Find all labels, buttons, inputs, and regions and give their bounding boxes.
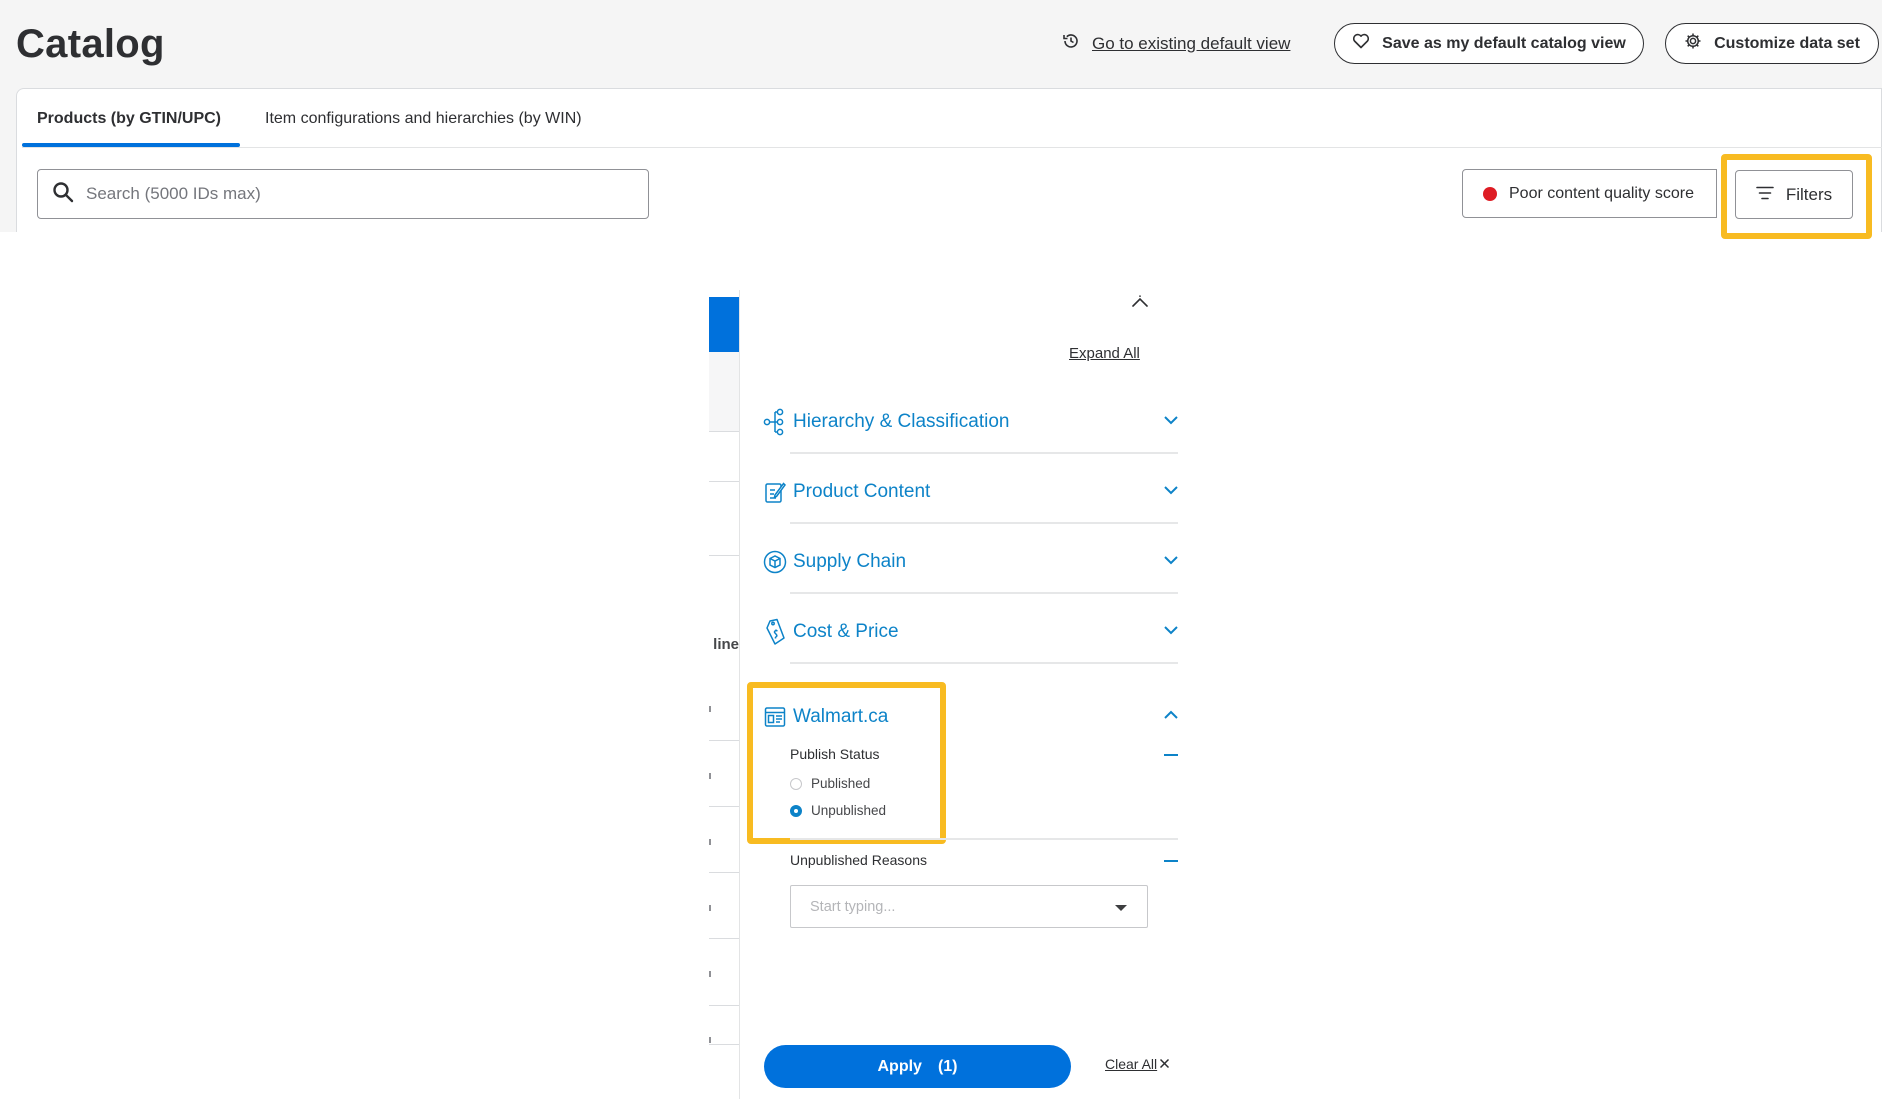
unpublished-reasons-select[interactable]	[790, 885, 1148, 928]
section-divider	[790, 662, 1178, 664]
collapse-publish-status-icon[interactable]	[1164, 754, 1178, 756]
table-subheader-fragment	[709, 352, 739, 432]
table-cell-fragment	[709, 905, 711, 911]
price-tag-icon	[763, 618, 787, 646]
clear-all-link[interactable]: Clear All	[1105, 1056, 1170, 1072]
filter-section-cost-price[interactable]: Cost & Price	[763, 612, 1179, 652]
package-icon	[763, 548, 787, 576]
status-dot-icon	[1483, 186, 1497, 201]
edit-document-icon	[763, 478, 787, 506]
filter-section-label: Cost & Price	[793, 621, 899, 642]
expand-all-link[interactable]: Expand All	[1069, 345, 1140, 362]
section-divider	[790, 592, 1178, 594]
customize-data-set-label: Customize data set	[1714, 34, 1860, 52]
table-cell-fragment	[709, 773, 711, 779]
unpublished-reasons-input[interactable]	[810, 898, 1100, 915]
chevron-up-icon	[1163, 707, 1179, 725]
table-row-divider	[709, 555, 739, 556]
filter-section-label: Product Content	[793, 481, 931, 502]
chevron-down-icon	[1163, 622, 1179, 640]
apply-count: (1)	[937, 1057, 958, 1075]
section-divider	[790, 522, 1178, 524]
tab-item-configurations[interactable]: Item configurations and hierarchies (by …	[265, 110, 582, 128]
table-row-divider	[709, 740, 739, 741]
tabs-divider	[22, 147, 1882, 148]
close-icon	[1159, 1056, 1170, 1072]
section-divider	[790, 838, 1178, 840]
heart-icon	[1352, 33, 1370, 54]
table-cell-fragment	[709, 839, 711, 845]
table-cell-fragment	[709, 706, 711, 712]
gear-icon	[1684, 32, 1702, 55]
section-divider	[790, 452, 1178, 454]
filter-section-supply-chain[interactable]: Supply Chain	[763, 542, 1179, 582]
tab-products-by-gtin[interactable]: Products (by GTIN/UPC)	[37, 110, 221, 128]
clear-all-label: Clear All	[1105, 1056, 1158, 1072]
apply-filters-button[interactable]: Apply (1)	[764, 1045, 1071, 1088]
table-row-divider	[709, 431, 739, 432]
filter-section-product-content[interactable]: Product Content	[763, 472, 1179, 512]
table-row-divider	[709, 938, 739, 939]
table-row-divider	[709, 806, 739, 807]
apply-label: Apply	[877, 1057, 922, 1075]
table-row-divider	[709, 481, 739, 482]
chevron-down-icon	[1163, 412, 1179, 430]
filter-section-label: Supply Chain	[793, 551, 907, 572]
go-to-default-view-link[interactable]: Go to existing default view	[1062, 32, 1290, 55]
save-default-view-button[interactable]: Save as my default catalog view	[1334, 23, 1644, 64]
unpublished-reasons-label: Unpublished Reasons	[790, 852, 927, 868]
close-panel-icon[interactable]	[1128, 292, 1152, 321]
table-cell-fragment	[709, 971, 711, 977]
chevron-down-icon	[1163, 552, 1179, 570]
walmart-ca-highlight-box	[747, 682, 946, 844]
column-header-fragment: line	[713, 636, 739, 653]
customize-data-set-button[interactable]: Customize data set	[1665, 23, 1879, 64]
filters-highlight-box	[1721, 154, 1872, 239]
save-default-view-label: Save as my default catalog view	[1382, 34, 1626, 52]
filter-section-label: Hierarchy & Classification	[793, 411, 1010, 432]
search-input[interactable]	[86, 184, 626, 204]
history-icon	[1062, 32, 1080, 55]
poor-content-quality-label: Poor content quality score	[1509, 184, 1694, 202]
go-to-default-view-label: Go to existing default view	[1092, 33, 1291, 53]
poor-content-quality-filter-button[interactable]: Poor content quality score	[1462, 169, 1717, 218]
filter-section-hierarchy[interactable]: Hierarchy & Classification	[763, 402, 1179, 442]
dropdown-caret-icon	[1115, 905, 1127, 911]
chevron-down-icon	[1163, 482, 1179, 500]
search-icon	[52, 181, 74, 208]
table-cell-fragment	[709, 1037, 711, 1043]
table-header-fragment	[709, 297, 739, 352]
table-row-divider	[709, 1044, 739, 1045]
table-row-divider	[709, 872, 739, 873]
table-row-divider	[709, 1005, 739, 1006]
page-title: Catalog	[16, 22, 165, 66]
collapse-unpublished-reasons-icon[interactable]	[1164, 860, 1178, 862]
hierarchy-icon	[763, 408, 787, 436]
search-box[interactable]	[37, 169, 649, 219]
